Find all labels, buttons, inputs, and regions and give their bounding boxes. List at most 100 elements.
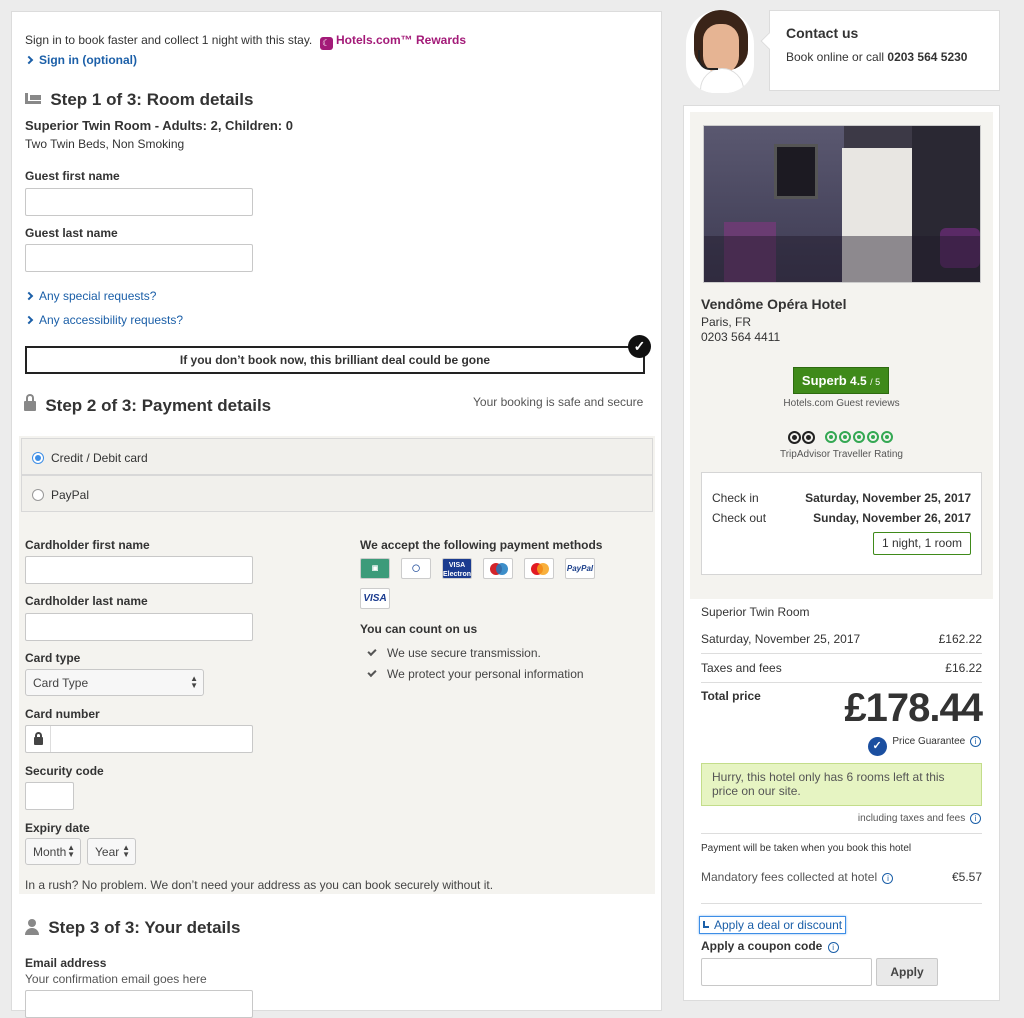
paypal-icon: PayPal <box>565 558 595 579</box>
booking-summary: Vendôme Opéra Hotel Paris, FR 0203 564 4… <box>683 105 1000 1001</box>
hotel-photo[interactable] <box>703 125 981 283</box>
payment-option-card[interactable]: Credit / Debit card <box>21 438 653 475</box>
info-icon[interactable]: i <box>827 942 839 953</box>
cardholder-last-input[interactable] <box>25 613 253 641</box>
step3-header: Step 3 of 3: Your details <box>25 918 240 938</box>
agent-avatar <box>686 10 754 93</box>
total-price: £178.44 <box>844 686 983 730</box>
step1-title: Step 1 of 3: Room details <box>50 90 254 109</box>
availability-alert: Hurry, this hotel only has 6 rooms left … <box>701 763 982 806</box>
rating-bubble-icon <box>825 431 837 443</box>
payment-note: Payment will be taken when you book this… <box>701 843 912 854</box>
email-hint: Your confirmation email goes here <box>25 972 207 986</box>
visa-icon: VISA <box>360 588 390 609</box>
collapse-icon <box>703 921 709 928</box>
guest-rating-badge: Superb 4.5 / 5 <box>793 367 889 394</box>
chevron-right-icon <box>24 291 34 301</box>
apply-coupon-button[interactable]: Apply <box>876 958 938 986</box>
select-arrows-icon: ▲ ▼ <box>67 843 75 859</box>
room-description: Two Twin Beds, Non Smoking <box>25 137 185 151</box>
maestro-icon <box>483 558 513 579</box>
select-arrows-icon: ▲ ▼ <box>190 674 198 690</box>
checkmark-icon <box>367 667 377 678</box>
expiry-year-select[interactable]: Year ▲ ▼ <box>87 838 136 865</box>
stay-summary: 1 night, 1 room <box>872 532 971 555</box>
count-on-title: You can count on us <box>360 622 478 636</box>
guarantee-badge-icon: ✓ <box>867 737 887 756</box>
step2-header: Step 2 of 3: Payment details <box>24 394 272 416</box>
mastercard-icon <box>524 558 554 579</box>
rewards-logo-icon: ☾ <box>319 37 333 50</box>
email-label: Email address <box>25 956 107 970</box>
security-code-label: Security code <box>25 764 104 778</box>
expiry-label: Expiry date <box>25 821 90 835</box>
count-on-item: We protect your personal information <box>387 667 584 681</box>
info-icon[interactable]: i <box>970 736 981 747</box>
cardholder-last-label: Cardholder last name <box>25 594 148 608</box>
visa-electron-icon: VISA Electron <box>442 558 472 579</box>
person-icon <box>25 919 39 935</box>
rating-bubble-icon <box>867 431 879 443</box>
cardholder-first-label: Cardholder first name <box>25 538 150 552</box>
coupon-label: Apply a coupon code i <box>701 939 839 953</box>
guest-first-name-input[interactable] <box>25 188 253 216</box>
expiry-month-select[interactable]: Month ▲ ▼ <box>25 838 81 865</box>
payment-option-paypal[interactable]: PayPal <box>21 475 653 512</box>
card-generic-icon: ▣ <box>360 558 390 579</box>
payment-panel: Credit / Debit card PayPal Cardholder fi… <box>19 436 655 894</box>
price-guarantee: ✓ Price Guarantee i <box>867 736 981 756</box>
address-note: In a rush? No problem. We don’t need you… <box>25 878 494 892</box>
signin-link[interactable]: Sign in (optional) <box>24 53 137 67</box>
tripadvisor-bubbles <box>825 431 895 446</box>
bed-icon <box>25 93 41 104</box>
card-number-label: Card number <box>25 707 100 721</box>
price-night-label: Saturday, November 25, 2017 <box>701 632 861 646</box>
booking-form: Sign in to book faster and collect 1 nig… <box>11 11 662 1018</box>
taxes-label: Taxes and fees <box>701 661 782 675</box>
rewards-label: Hotels.com™ Rewards <box>335 33 467 47</box>
rating-bubble-icon <box>881 431 893 443</box>
hotel-name: Vendôme Opéra Hotel <box>701 296 847 312</box>
deal-urgency-banner: If you don’t book now, this brilliant de… <box>25 346 645 374</box>
rating-bubble-icon <box>853 431 865 443</box>
tripadvisor-label: TripAdvisor Traveller Rating <box>779 449 903 460</box>
radio-selected-icon[interactable] <box>32 452 44 464</box>
checkmark-icon <box>367 646 377 657</box>
checkin-date: Saturday, November 25, 2017 <box>805 491 971 505</box>
lock-icon <box>24 394 36 411</box>
contact-title: Contact us <box>786 25 859 41</box>
checkmark-badge-icon: ✓ <box>628 335 651 358</box>
signin-prompt: Sign in to book faster and collect 1 nig… <box>25 33 467 50</box>
email-input[interactable] <box>25 990 253 1018</box>
cardholder-first-input[interactable] <box>25 556 253 584</box>
contact-box: Contact us Book online or call 0203 564 … <box>760 10 1000 91</box>
info-icon[interactable]: i <box>970 813 981 824</box>
room-title: Superior Twin Room - Adults: 2, Children… <box>25 118 293 133</box>
checkout-date: Sunday, November 26, 2017 <box>813 511 971 525</box>
special-requests-link[interactable]: Any special requests? <box>24 289 156 303</box>
accessibility-requests-link[interactable]: Any accessibility requests? <box>24 313 183 327</box>
card-number-input[interactable] <box>25 725 253 753</box>
guest-first-name-label: Guest first name <box>25 169 120 183</box>
mandatory-fees-value: €5.57 <box>951 870 982 884</box>
tripadvisor-owl-icon <box>787 429 817 445</box>
select-arrows-icon: ▲ ▼ <box>122 843 130 859</box>
security-code-input[interactable] <box>25 782 74 810</box>
card-type-select[interactable]: Card Type ▲ ▼ <box>25 669 204 696</box>
count-on-item: We use secure transmission. <box>387 646 541 660</box>
guest-last-name-input[interactable] <box>25 244 253 272</box>
chevron-right-icon <box>24 55 34 65</box>
secure-note: Your booking is safe and secure <box>473 395 644 409</box>
apply-deal-link[interactable]: Apply a deal or discount <box>699 916 847 934</box>
checkout-label: Check out <box>712 511 767 525</box>
guest-last-name-label: Guest last name <box>25 226 118 240</box>
info-icon[interactable]: i <box>882 873 894 884</box>
contact-phone[interactable]: 0203 564 5230 <box>887 50 967 64</box>
contact-line: Book online or call 0203 564 5230 <box>786 50 968 64</box>
checkin-label: Check in <box>712 491 759 505</box>
coupon-input[interactable] <box>701 958 872 986</box>
rating-bubble-icon <box>839 431 851 443</box>
radio-unselected-icon[interactable] <box>32 489 44 501</box>
step2-title: Step 2 of 3: Payment details <box>45 396 272 415</box>
card-type-label: Card type <box>25 651 81 665</box>
